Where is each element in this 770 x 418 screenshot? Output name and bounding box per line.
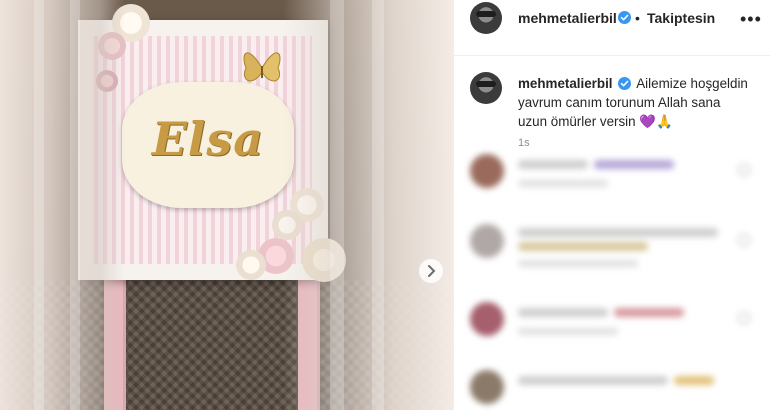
like-heart-icon[interactable] bbox=[738, 312, 750, 324]
caption-emojis: 💜🙏 bbox=[639, 114, 673, 129]
caption-avatar[interactable] bbox=[470, 72, 502, 104]
post-header: mehmetalierbil • Takiptesin ••• bbox=[454, 0, 770, 56]
caption-first-line: mehmetalierbil Ailemize hoşgeldin bbox=[518, 74, 748, 93]
comment-text-blurred bbox=[614, 308, 684, 317]
comment-item bbox=[454, 366, 770, 418]
comment-item bbox=[454, 150, 770, 202]
comment-item bbox=[454, 220, 770, 272]
avatar[interactable] bbox=[470, 2, 502, 34]
caption-timestamp[interactable]: 1s bbox=[518, 137, 530, 149]
verified-badge-icon bbox=[618, 77, 632, 90]
separator-dot: • bbox=[635, 10, 640, 26]
curtain-fold bbox=[34, 0, 44, 410]
comment-text-blurred bbox=[674, 376, 714, 385]
comment-text-blurred bbox=[518, 242, 648, 251]
curtain-fold bbox=[372, 0, 384, 410]
caption-text-line1: Ailemize hoşgeldin bbox=[636, 76, 748, 91]
curtain-fold bbox=[330, 0, 344, 410]
post-sidebar: mehmetalierbil • Takiptesin ••• mehmetal… bbox=[453, 0, 770, 410]
comment-meta-blurred bbox=[518, 260, 638, 267]
like-heart-icon[interactable] bbox=[738, 164, 750, 176]
paper-flower bbox=[236, 250, 266, 280]
avatar bbox=[470, 224, 504, 258]
header-username[interactable]: mehmetalierbil bbox=[518, 10, 617, 26]
avatar bbox=[470, 154, 504, 188]
verified-badge-icon bbox=[618, 11, 631, 24]
comment-text-blurred bbox=[518, 308, 608, 317]
follow-status-button[interactable]: Takiptesin bbox=[647, 10, 715, 26]
plaque-name-text: Elsa bbox=[151, 112, 265, 166]
caption-third-line: uzun ömürler versin 💜🙏 bbox=[518, 112, 673, 131]
comment-item bbox=[454, 298, 770, 350]
chevron-right-icon bbox=[428, 265, 436, 277]
caption-text-line2: yavrum canım torunum Allah sana bbox=[518, 95, 721, 110]
post-photo: Elsa bbox=[0, 0, 453, 410]
like-heart-icon[interactable] bbox=[738, 234, 750, 246]
more-options-icon[interactable]: ••• bbox=[740, 9, 762, 30]
name-plaque: Elsa bbox=[122, 82, 294, 208]
caption-username[interactable]: mehmetalierbil bbox=[518, 76, 613, 91]
avatar bbox=[470, 370, 504, 404]
comment-text-blurred bbox=[518, 228, 718, 237]
comment-text-blurred bbox=[594, 160, 674, 169]
avatar bbox=[470, 302, 504, 336]
caption-text-line3: uzun ömürler versin bbox=[518, 114, 636, 129]
comment-text-blurred bbox=[518, 160, 588, 169]
carousel-next-button[interactable] bbox=[419, 259, 443, 283]
comment-meta-blurred bbox=[518, 328, 618, 335]
curtain-right bbox=[283, 0, 453, 410]
curtain-fold bbox=[70, 0, 80, 410]
comment-text-blurred bbox=[518, 376, 668, 385]
comment-meta-blurred bbox=[518, 180, 608, 187]
curtain-left bbox=[0, 0, 125, 410]
